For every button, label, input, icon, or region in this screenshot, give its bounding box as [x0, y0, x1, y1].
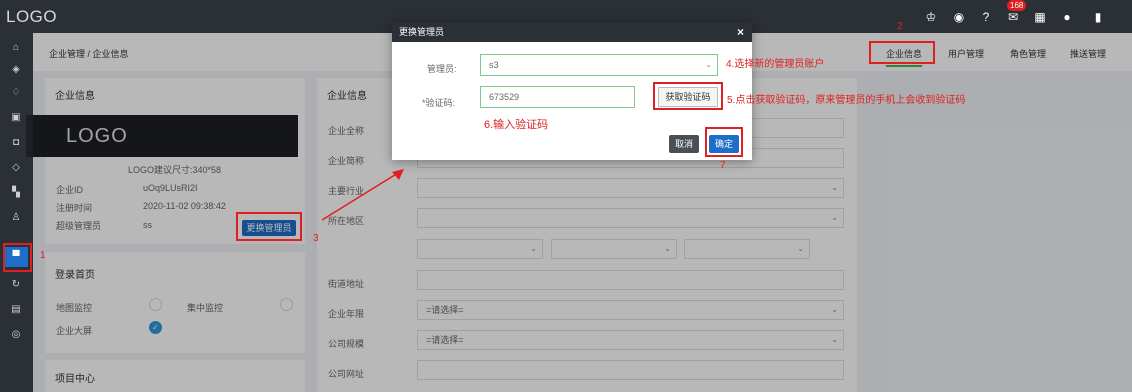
annotation-2: 2 [897, 21, 903, 32]
admin-label: 管理员: [427, 64, 457, 74]
admin-select[interactable]: s3 ⌄ [480, 54, 718, 76]
user-icon[interactable]: ● [1060, 10, 1074, 24]
tag-icon[interactable]: ♔ [924, 10, 938, 24]
mail-icon[interactable]: ✉ [1006, 10, 1020, 24]
layers-icon[interactable]: ◇ [9, 161, 23, 175]
database-icon[interactable]: ◎ [9, 328, 23, 342]
bell-icon[interactable]: ♢ [9, 86, 23, 100]
annotation-box-confirm [705, 127, 743, 157]
annotation-box-tab [869, 41, 935, 64]
code-label: *验证码: [422, 98, 456, 108]
close-icon[interactable]: × [737, 22, 744, 42]
annotation-7: 7 [720, 160, 726, 171]
app-logo: LOGO [6, 7, 58, 26]
camera-icon[interactable]: ◘ [9, 136, 23, 150]
annotation-4: 4.选择新的管理员账户 [726, 59, 825, 70]
gauge-icon[interactable]: ◉ [952, 10, 966, 24]
annotation-1: 1 [40, 250, 46, 261]
apps-icon[interactable]: ▚ [9, 186, 23, 200]
dialog-title: 更换管理员 [399, 27, 445, 37]
annotation-box-sidebar [3, 243, 32, 272]
annotation-5: 5.点击获取验证码，原来管理员的手机上会收到验证码 [727, 95, 966, 106]
annotation-box-get-code [653, 82, 723, 110]
clipboard-icon[interactable]: ▣ [9, 111, 23, 125]
admin-select-value: s3 [489, 60, 499, 70]
annotation-arrow [321, 169, 404, 221]
logout-icon[interactable]: ▮ [1091, 10, 1105, 24]
person-icon[interactable]: ♙ [9, 211, 23, 225]
dialog-header: 更换管理员 × [392, 22, 752, 42]
help-icon[interactable]: ? [979, 10, 993, 24]
annotation-3: 3 [313, 233, 319, 244]
server-icon[interactable]: ▤ [9, 303, 23, 317]
sidebar: ⌂ ◈ ♢ ▣ ◘ ◇ ▚ ♙ ▀ ↻ ▤ ◎ [0, 33, 33, 392]
chevron-down-icon: ⌄ [705, 60, 712, 69]
verification-code-input[interactable]: 673529 [480, 86, 635, 108]
home-icon[interactable]: ⌂ [9, 41, 23, 55]
refresh-icon[interactable]: ↻ [9, 278, 23, 292]
annotation-6: 6.输入验证码 [484, 119, 549, 131]
annotation-box-change-admin [236, 212, 302, 241]
grid-icon[interactable]: ▦ [1033, 10, 1047, 24]
notification-badge: 168 [1007, 0, 1027, 11]
cancel-button[interactable]: 取消 [669, 135, 699, 153]
shield-icon[interactable]: ◈ [9, 63, 23, 77]
